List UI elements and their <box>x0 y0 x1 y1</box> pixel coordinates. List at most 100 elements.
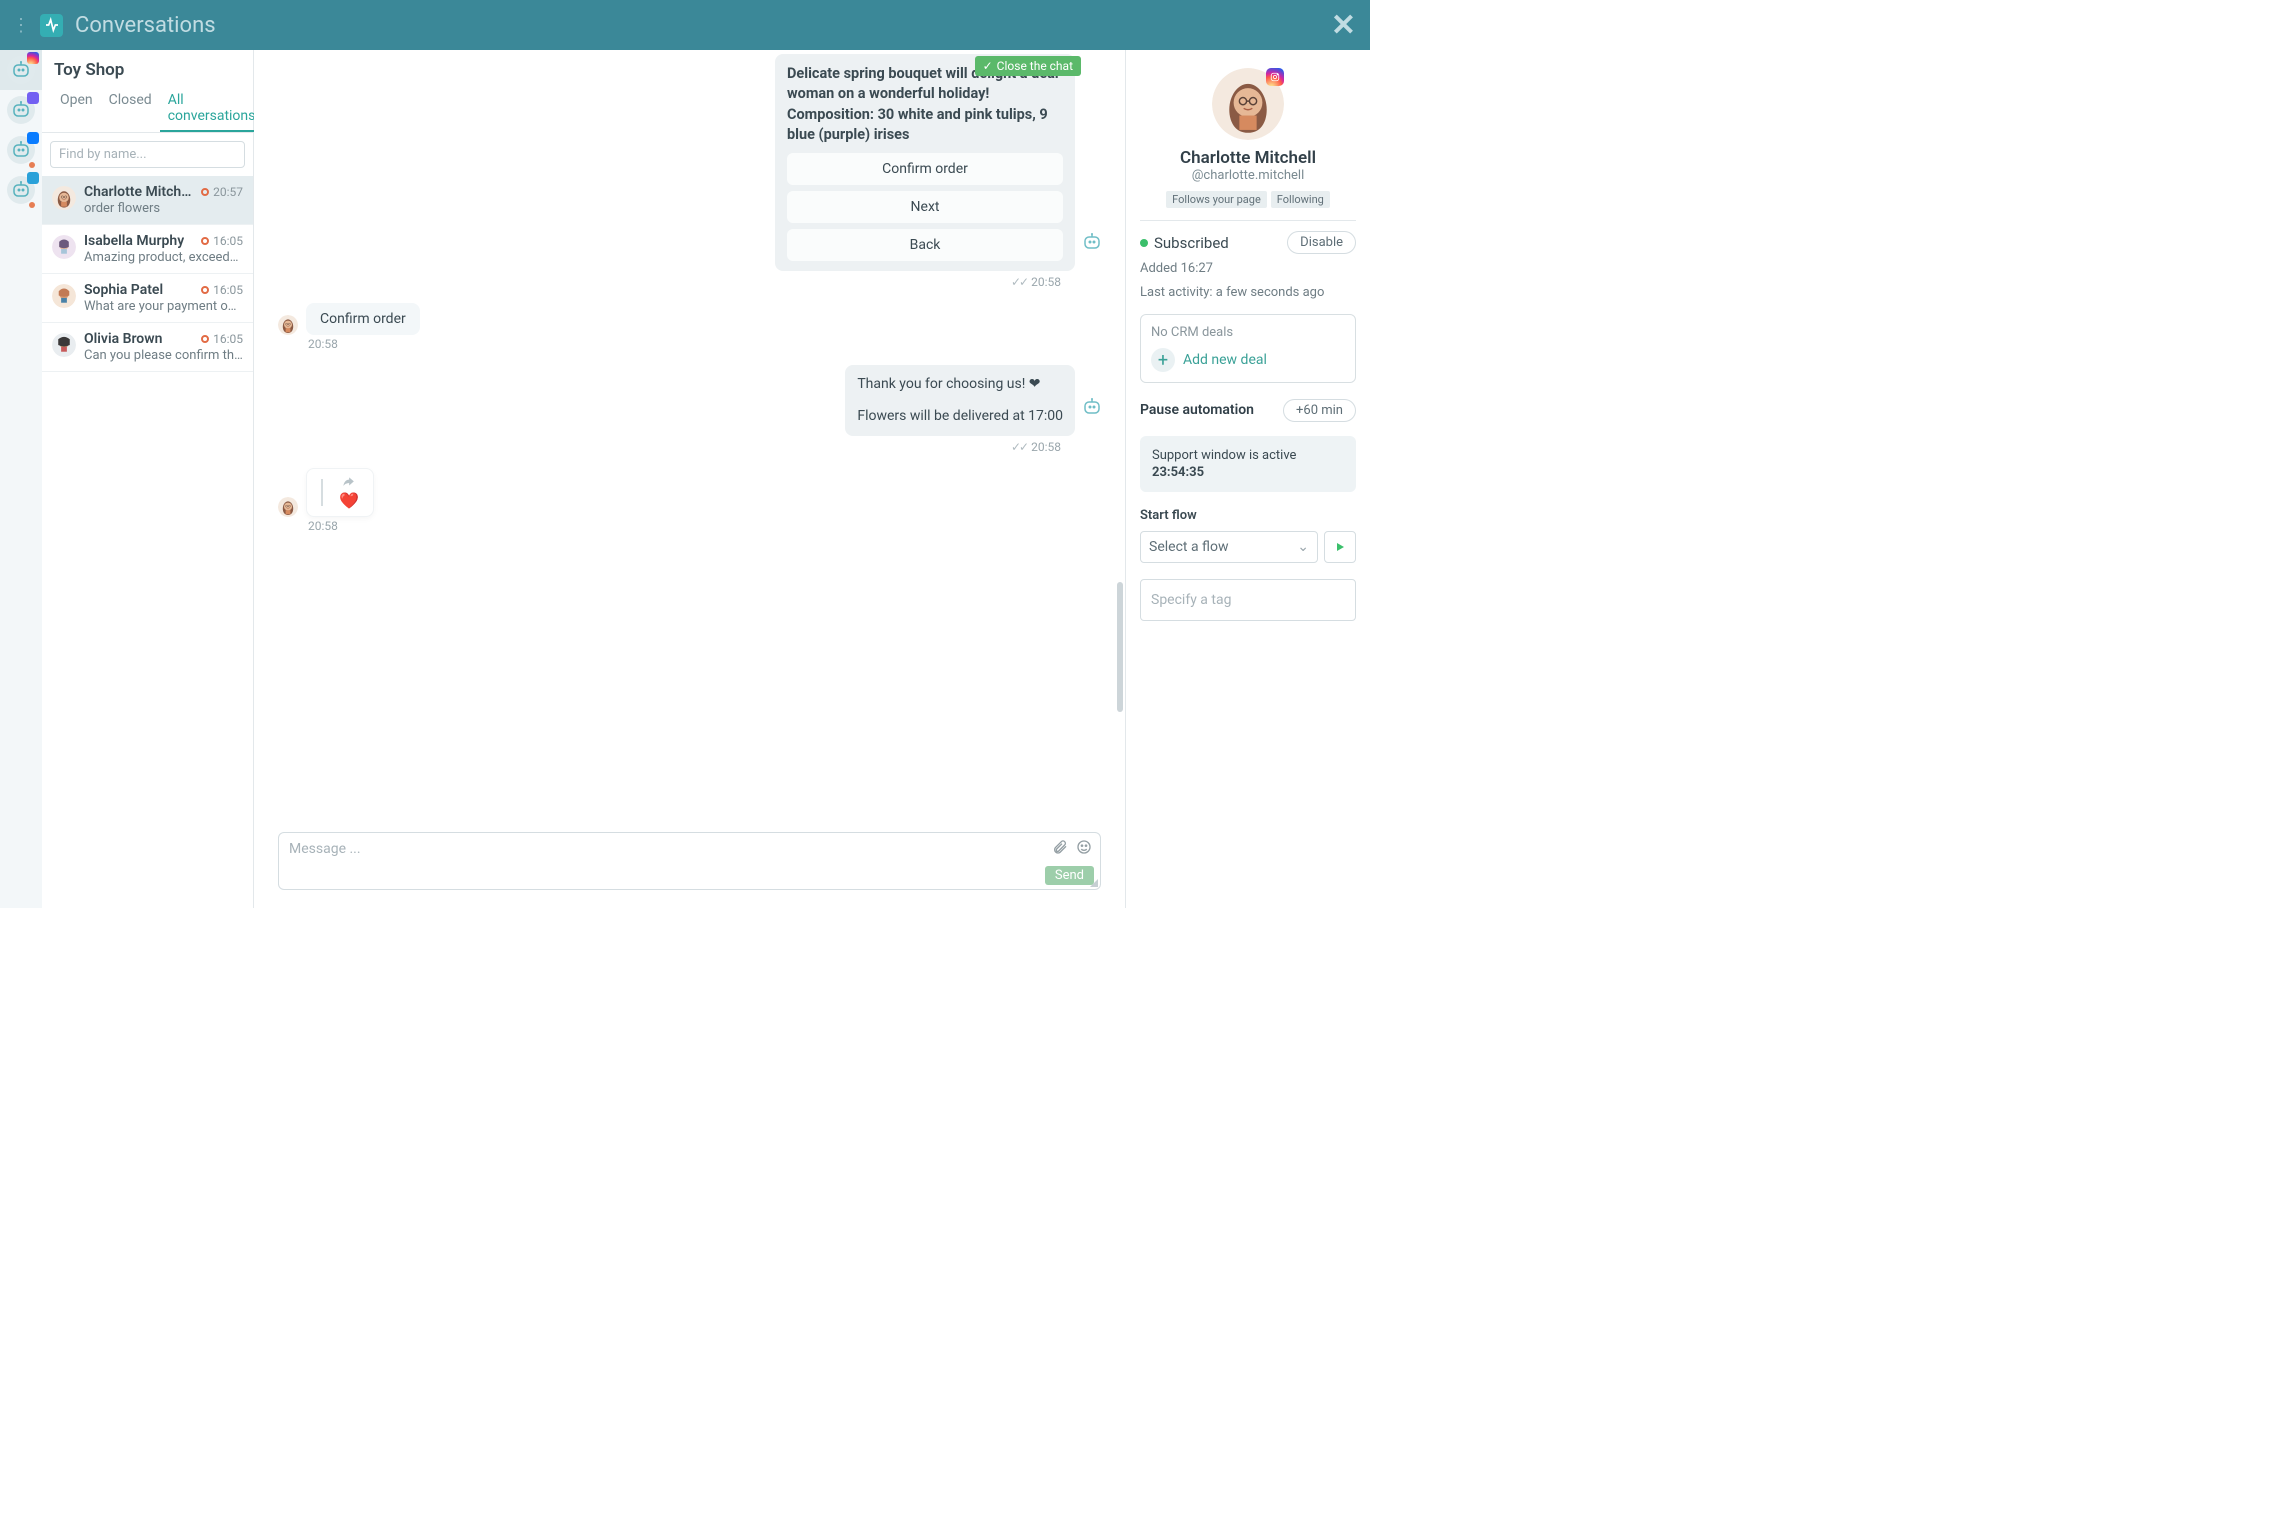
instagram-badge-icon <box>27 52 39 64</box>
tag-input[interactable] <box>1140 579 1356 621</box>
contact-handle: @charlotte.mitchell <box>1140 168 1356 183</box>
resize-handle-icon[interactable] <box>1088 877 1098 887</box>
search-input[interactable] <box>50 141 245 168</box>
close-panel-icon[interactable]: ✕ <box>1327 8 1360 43</box>
bot-button-confirm[interactable]: Confirm order <box>787 153 1063 185</box>
page-title: Conversations <box>75 13 216 38</box>
message-timestamp: ✓✓20:58 <box>278 275 1101 289</box>
conversation-item[interactable]: Sophia Patel 16:05 What are your payment… <box>42 274 253 323</box>
no-deals-label: No CRM deals <box>1151 325 1345 340</box>
user-avatar-icon <box>278 315 298 335</box>
conversation-item[interactable]: Isabella Murphy 16:05 Amazing product, e… <box>42 225 253 274</box>
unread-dot-icon <box>29 162 35 168</box>
delivered-ticks-icon: ✓✓ <box>1011 440 1027 454</box>
avatar-icon <box>52 284 76 308</box>
check-icon: ✓ <box>983 59 993 73</box>
support-label: Support window is active <box>1152 448 1344 463</box>
unread-ring-icon <box>201 335 209 343</box>
drag-handle-icon[interactable]: ⋮ <box>10 15 32 36</box>
conv-preview: order flowers <box>84 201 243 216</box>
conversation-tabs: Open Closed All conversations <box>42 86 253 133</box>
channel-instagram[interactable] <box>7 56 35 84</box>
attach-icon[interactable] <box>1052 839 1068 859</box>
pause-automation-label: Pause automation <box>1140 402 1254 419</box>
avatar-icon <box>52 235 76 259</box>
conv-name: Charlotte Mitchell <box>84 184 195 200</box>
conv-name: Isabella Murphy <box>84 233 184 249</box>
close-chat-button[interactable]: ✓ Close the chat <box>975 56 1081 76</box>
conv-preview: Amazing product, exceeded expe… <box>84 250 243 265</box>
conversation-list: Toy Shop Open Closed All conversations C… <box>42 50 254 908</box>
bot-avatar-icon <box>1083 233 1101 251</box>
chat-panel: ✓ Close the chat Delicate spring bouquet… <box>254 50 1125 908</box>
unread-ring-icon <box>201 286 209 294</box>
conversation-item[interactable]: Charlotte Mitchell 20:57 order flowers <box>42 176 253 225</box>
crm-box: No CRM deals + Add new deal <box>1140 314 1356 383</box>
bot-text: Thank you for choosing us! ❤ <box>857 375 1063 395</box>
conv-time: 16:05 <box>213 234 243 248</box>
delivered-ticks-icon: ✓✓ <box>1011 275 1027 289</box>
flow-select-value: Select a flow <box>1149 539 1229 555</box>
channel-telegram[interactable] <box>7 176 35 204</box>
tab-open[interactable]: Open <box>52 86 101 132</box>
avatar-icon <box>52 333 76 357</box>
contact-name: Charlotte Mitchell <box>1140 148 1356 168</box>
viber-badge-icon <box>27 92 39 104</box>
channel-viber[interactable] <box>7 96 35 124</box>
bot-avatar-icon <box>1083 398 1101 416</box>
conv-preview: What are your payment options? <box>84 299 243 314</box>
contact-details: Charlotte Mitchell @charlotte.mitchell F… <box>1125 50 1370 908</box>
avatar-icon <box>52 186 76 210</box>
unread-ring-icon <box>201 188 209 196</box>
conv-time: 16:05 <box>213 332 243 346</box>
message-timestamp: 20:58 <box>308 519 1101 533</box>
bot-button-back[interactable]: Back <box>787 229 1063 261</box>
added-info: Added 16:27 <box>1140 260 1356 278</box>
flow-select[interactable]: Select a flow ⌄ <box>1140 531 1318 563</box>
topbar: ⋮ Conversations ✕ <box>0 0 1370 50</box>
run-flow-button[interactable] <box>1324 531 1356 563</box>
unread-dot-icon <box>29 202 35 208</box>
conv-name: Olivia Brown <box>84 331 162 347</box>
subscribed-label: Subscribed <box>1154 234 1229 252</box>
bot-text: Delicate spring bouquet will delight a d… <box>787 64 1063 145</box>
conv-time: 16:05 <box>213 283 243 297</box>
last-activity-info: Last activity: a few seconds ago <box>1140 284 1356 302</box>
conv-preview: Can you please confirm the estim… <box>84 348 243 363</box>
instagram-badge-icon <box>1266 68 1284 86</box>
bot-message: Thank you for choosing us! ❤ Flowers wil… <box>845 365 1075 436</box>
add-deal-button[interactable]: + Add new deal <box>1151 348 1345 372</box>
bot-text: Flowers will be delivered at 17:00 <box>857 407 1063 427</box>
message-timestamp: 20:58 <box>308 337 1101 351</box>
plus60-button[interactable]: +60 min <box>1283 399 1356 422</box>
follows-badge: Follows your page <box>1166 191 1267 208</box>
messenger-badge-icon <box>27 132 39 144</box>
conv-time: 20:57 <box>213 185 243 199</box>
emoji-icon[interactable] <box>1076 839 1092 859</box>
bot-message: Delicate spring bouquet will delight a d… <box>775 54 1075 271</box>
forward-arrow-icon <box>341 475 355 489</box>
tab-all[interactable]: All conversations <box>160 86 264 132</box>
app-logo-icon <box>40 14 63 37</box>
chevron-down-icon: ⌄ <box>1297 539 1309 555</box>
reply-message: ❤️ <box>306 468 374 517</box>
plus-icon: + <box>1151 348 1175 372</box>
following-badge: Following <box>1271 191 1330 208</box>
heart-reaction: ❤️ <box>339 491 359 510</box>
close-chat-label: Close the chat <box>997 59 1073 73</box>
telegram-badge-icon <box>27 172 39 184</box>
scrollbar[interactable] <box>1117 130 1123 712</box>
tab-closed[interactable]: Closed <box>101 86 160 132</box>
message-input[interactable] <box>289 841 1090 857</box>
start-flow-label: Start flow <box>1140 508 1356 523</box>
conv-name: Sophia Patel <box>84 282 163 298</box>
user-avatar-icon <box>278 497 298 517</box>
disable-button[interactable]: Disable <box>1287 231 1356 254</box>
message-composer: Send <box>278 832 1101 890</box>
bot-button-next[interactable]: Next <box>787 191 1063 223</box>
status-dot-icon <box>1140 239 1148 247</box>
message-scroll[interactable]: Delicate spring bouquet will delight a d… <box>254 50 1125 832</box>
channel-messenger[interactable] <box>7 136 35 164</box>
conversation-item[interactable]: Olivia Brown 16:05 Can you please confir… <box>42 323 253 372</box>
send-button[interactable]: Send <box>1045 866 1094 885</box>
